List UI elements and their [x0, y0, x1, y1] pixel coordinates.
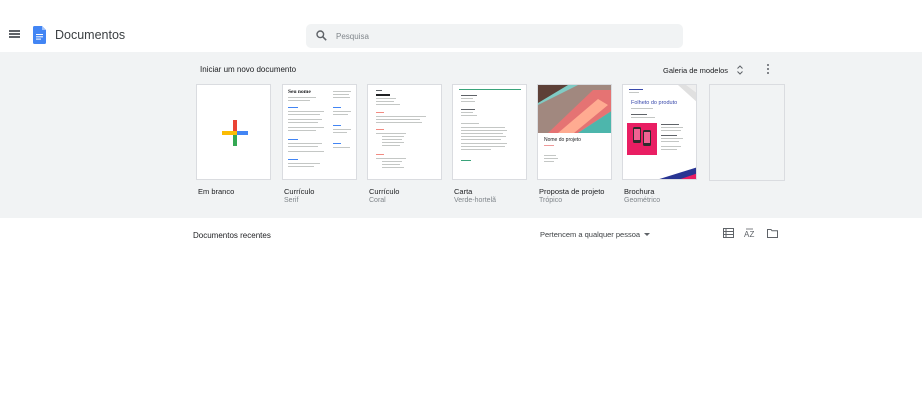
folder-icon[interactable]: [767, 228, 778, 238]
menu-icon[interactable]: [9, 30, 20, 38]
template-blank-thumbnail[interactable]: [196, 84, 271, 180]
search-icon[interactable]: [316, 30, 327, 41]
template-subtitle: Coral: [369, 197, 386, 204]
phone-image: [627, 123, 657, 155]
template-subtitle: Trópico: [539, 197, 563, 204]
template-project-proposal-thumbnail[interactable]: Nome do projeto: [537, 84, 612, 180]
tropic-cover-art: [538, 85, 611, 133]
template-gallery-button[interactable]: Galeria de modelos: [663, 63, 744, 77]
template-name: Currículo: [369, 187, 400, 196]
template-gallery: Iniciar um novo documento Galeria de mod…: [0, 52, 922, 218]
search-bar[interactable]: [306, 24, 683, 48]
template-name: Currículo: [284, 187, 315, 196]
unfold-icon: [737, 65, 743, 75]
template-project-proposal[interactable]: Nome do projeto Proposta de projeto Tróp…: [537, 84, 612, 204]
recent-documents-title: Documentos recentes: [193, 231, 271, 240]
template-name: Proposta de projeto: [539, 187, 605, 196]
template-resume-serif-thumbnail[interactable]: Seu nome: [282, 84, 357, 180]
template-resume-coral-thumbnail[interactable]: [367, 84, 442, 180]
template-preview-heading: Seu nome: [288, 89, 311, 95]
gallery-title: Iniciar um novo documento: [200, 65, 297, 74]
template-resume-coral[interactable]: Currículo Coral: [367, 84, 442, 204]
template-brochure-thumbnail[interactable]: Folheto do produto: [622, 84, 697, 180]
template-resume-serif[interactable]: Seu nome Currículo Serif: [282, 84, 357, 204]
template-subtitle: Verde-hortelã: [454, 197, 497, 204]
empty-template-slot: [709, 84, 785, 181]
caret-down-icon: [644, 232, 651, 236]
template-preview-heading: Nome do projeto: [544, 137, 581, 143]
sort-az-icon[interactable]: A Z: [744, 228, 756, 238]
template-letter-thumbnail[interactable]: [452, 84, 527, 180]
template-name: Carta: [454, 187, 473, 196]
plus-icon: [222, 120, 248, 146]
geometric-corner-art: [678, 85, 696, 102]
owner-filter-dropdown[interactable]: Pertencem a qualquer pessoa: [540, 228, 651, 240]
template-blank[interactable]: Em branco: [196, 84, 271, 196]
svg-text:Z: Z: [750, 230, 755, 238]
template-preview-heading: Folheto do produto: [631, 100, 678, 106]
template-brochure[interactable]: Folheto do produto Brochura Geométrico: [622, 84, 697, 204]
more-vert-icon[interactable]: [764, 63, 772, 75]
app-title[interactable]: Documentos: [55, 28, 125, 42]
template-subtitle: Serif: [284, 197, 299, 204]
app-header: Documentos: [0, 0, 922, 52]
search-input[interactable]: [336, 28, 666, 44]
template-subtitle: Geométrico: [624, 197, 661, 204]
list-view-icon[interactable]: [723, 228, 734, 238]
owner-filter-label: Pertencem a qualquer pessoa: [540, 229, 641, 239]
template-name: Brochura: [624, 187, 655, 196]
template-letter[interactable]: Carta Verde-hortelã: [452, 84, 527, 204]
template-name: Em branco: [198, 187, 235, 196]
docs-logo[interactable]: [33, 26, 46, 44]
geometric-footer-art: [659, 167, 696, 179]
template-gallery-label: Galeria de modelos: [663, 65, 729, 75]
